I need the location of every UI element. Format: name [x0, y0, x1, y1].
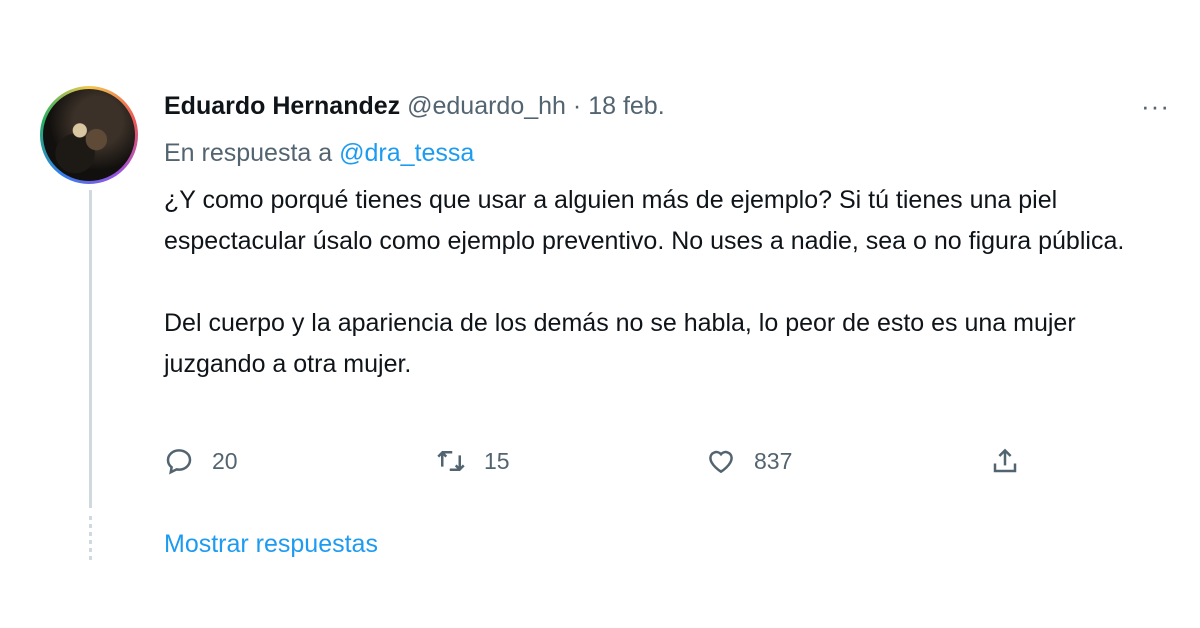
more-horizontal-icon[interactable]: ···	[1141, 93, 1170, 119]
retweet-icon	[437, 450, 465, 472]
header-separator: ·	[572, 92, 582, 120]
retweet-count: 15	[484, 447, 510, 474]
reply-button[interactable]: 20	[164, 446, 238, 476]
avatar[interactable]	[40, 86, 138, 184]
tweet-header: Eduardo Hernandez @eduardo_hh · 18 feb.	[164, 92, 665, 121]
like-button[interactable]: 837	[706, 446, 792, 476]
thread-line-dotted	[89, 516, 92, 564]
reply-icon	[166, 449, 192, 475]
reply-mention[interactable]: @dra_tessa	[339, 139, 474, 167]
retweet-button[interactable]: 15	[436, 446, 510, 476]
share-icon	[993, 448, 1017, 473]
avatar-image	[43, 89, 135, 181]
show-replies-link[interactable]: Mostrar respuestas	[164, 530, 378, 559]
thread-line	[89, 190, 92, 508]
reply-context: En respuesta a @dra_tessa	[164, 139, 474, 168]
tweet-paragraph: ¿Y como porqué tienes que usar a alguien…	[164, 186, 1125, 255]
tweet-text: ¿Y como porqué tienes que usar a alguien…	[164, 180, 1184, 385]
author-name[interactable]: Eduardo Hernandez	[164, 92, 400, 120]
reply-count: 20	[212, 447, 238, 474]
tweet-date[interactable]: 18 feb.	[588, 92, 664, 120]
tweet-paragraph: Del cuerpo y la apariencia de los demás …	[164, 309, 1076, 378]
share-button[interactable]	[990, 446, 1020, 476]
like-count: 837	[754, 447, 793, 474]
tweet-actions: 20 15 837	[164, 446, 1064, 486]
author-handle[interactable]: @eduardo_hh	[407, 92, 566, 120]
reply-prefix: En respuesta a	[164, 139, 333, 167]
heart-icon	[709, 450, 733, 474]
